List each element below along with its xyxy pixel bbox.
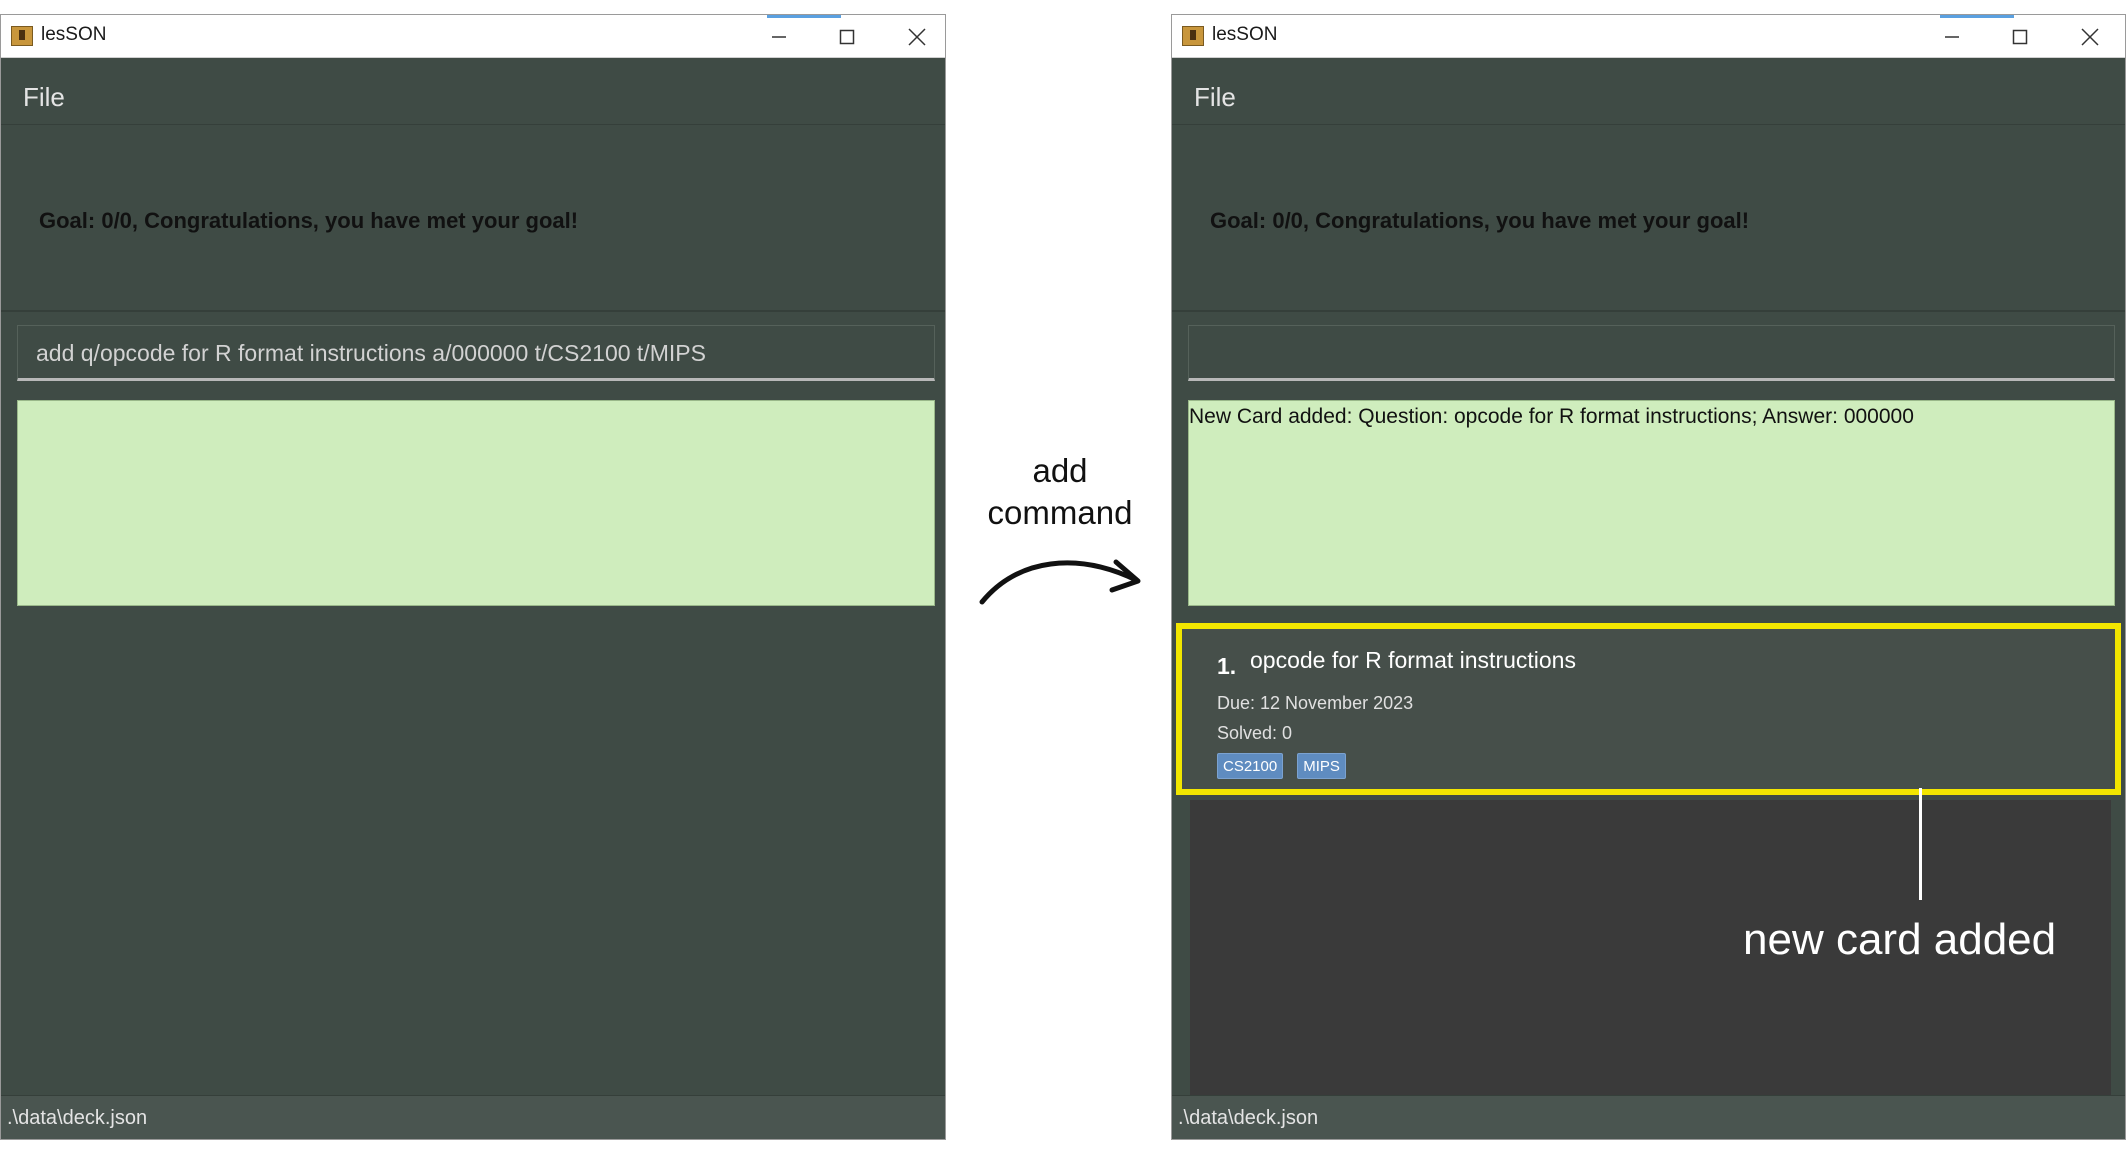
maximize-icon	[839, 29, 855, 44]
menu-file[interactable]: File	[1194, 82, 1236, 113]
menu-file[interactable]: File	[23, 82, 65, 113]
result-display: New Card added: Question: opcode for R f…	[1188, 400, 2115, 606]
curved-arrow-icon	[979, 559, 1141, 605]
goal-text: Goal: 0/0, Congratulations, you have met…	[1210, 208, 1750, 233]
menu-bar: File	[1, 59, 945, 125]
title-bar: lesSON	[1172, 15, 2125, 58]
window-title: lesSON	[41, 24, 107, 45]
arrow-label: add command	[970, 450, 1150, 534]
command-input[interactable]: add q/opcode for R format instructions a…	[17, 325, 935, 381]
maximize-button[interactable]	[1990, 15, 2050, 58]
minimize-button[interactable]	[749, 15, 809, 58]
status-bar: .\data\deck.json	[1, 1095, 945, 1139]
card-question: opcode for R format instructions	[1250, 647, 1576, 673]
app-icon	[1182, 26, 1204, 46]
close-icon	[2081, 27, 2099, 46]
app-icon	[11, 26, 33, 46]
app-window-after: lesSON File Goal: 0/0, Congratulations, …	[1171, 14, 2126, 1140]
card-list-item[interactable]: 1. opcode for R format instructions Due:…	[1176, 623, 2121, 795]
tag-label: MIPS	[1297, 753, 1346, 779]
menu-bar: File	[1172, 59, 2125, 125]
window-title: lesSON	[1212, 24, 1278, 45]
tag-label: CS2100	[1217, 753, 1284, 779]
result-display	[17, 400, 935, 606]
command-input[interactable]	[1188, 325, 2115, 381]
card-index: 1.	[1217, 653, 1237, 679]
close-button[interactable]	[887, 15, 947, 58]
minimize-icon	[1945, 35, 1959, 38]
command-input-text: add q/opcode for R format instructions a…	[36, 340, 706, 366]
result-text: New Card added: Question: opcode for R f…	[1189, 405, 1914, 428]
card-tags: CS2100 MIPS	[1217, 753, 1346, 779]
goal-text: Goal: 0/0, Congratulations, you have met…	[39, 208, 579, 233]
status-path: .\data\deck.json	[7, 1107, 148, 1129]
maximize-button[interactable]	[817, 15, 877, 58]
minimize-icon	[772, 35, 786, 38]
card-due-date: Due: 12 November 2023	[1217, 693, 1414, 713]
status-path: .\data\deck.json	[1178, 1107, 1319, 1129]
card-solved-count: Solved: 0	[1217, 723, 1293, 743]
goal-panel: Goal: 0/0, Congratulations, you have met…	[1, 126, 945, 312]
app-window-before: lesSON File Goal: 0/0, Congratulations, …	[0, 14, 946, 1140]
minimize-button[interactable]	[1922, 15, 1982, 58]
arrow-label-line2: command	[987, 494, 1133, 531]
title-bar: lesSON	[1, 15, 945, 58]
annotation-connector-line	[1919, 788, 1922, 900]
maximize-icon	[2012, 29, 2028, 44]
close-button[interactable]	[2060, 15, 2120, 58]
new-card-annotation: new card added	[1743, 915, 2057, 964]
goal-panel: Goal: 0/0, Congratulations, you have met…	[1172, 126, 2125, 312]
arrow-label-line1: add	[1032, 452, 1088, 489]
status-bar: .\data\deck.json	[1172, 1095, 2125, 1139]
close-icon	[908, 27, 926, 46]
